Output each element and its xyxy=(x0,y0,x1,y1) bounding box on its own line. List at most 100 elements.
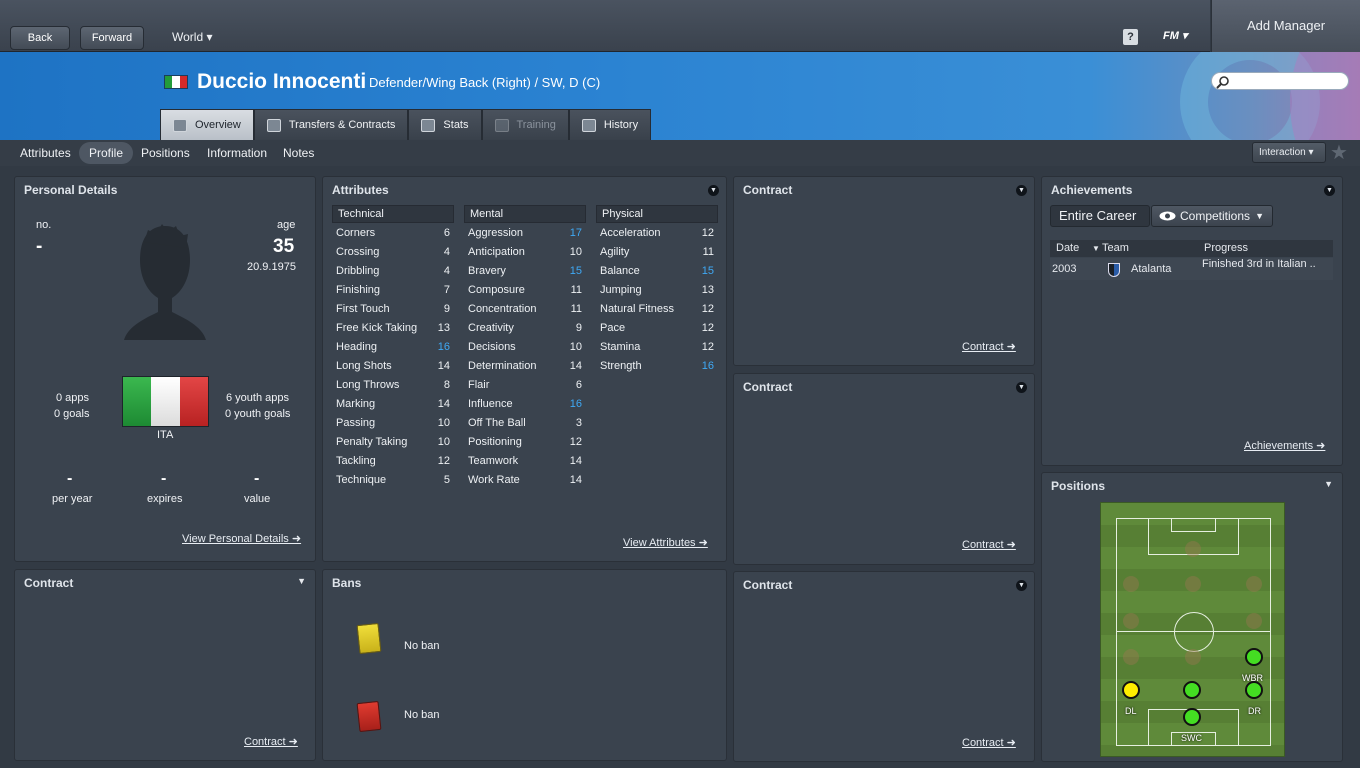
youth-apps-count: 6 youth apps xyxy=(226,392,289,404)
table-row[interactable]: 2003 Atalanta Finished 3rd in Italian .. xyxy=(1050,258,1333,280)
search-input[interactable] xyxy=(1211,72,1349,90)
position-marker xyxy=(1185,649,1201,665)
attribute-value: 14 xyxy=(437,359,450,372)
player-silhouette-icon xyxy=(124,224,206,340)
attribute-name: Long Throws xyxy=(336,378,400,391)
attribute-name: Creativity xyxy=(468,321,514,334)
entire-career-button[interactable]: Entire Career xyxy=(1050,205,1150,227)
contract-link[interactable]: Contract ➜ xyxy=(244,735,298,748)
panel-title: Bans xyxy=(332,576,362,590)
position-marker xyxy=(1123,649,1139,665)
col-date[interactable]: Date xyxy=(1056,240,1079,257)
attribute-row: Strength 16 xyxy=(596,356,718,375)
attribute-row: Marking 14 xyxy=(332,394,454,413)
goal-box-top xyxy=(1171,518,1216,532)
attribute-name: Influence xyxy=(468,397,513,410)
competitions-dropdown[interactable]: Competitions ▼ xyxy=(1151,205,1273,227)
world-dropdown[interactable]: World ▾ xyxy=(172,30,212,44)
subnav-attributes[interactable]: Attributes xyxy=(20,142,71,164)
tab-label: Transfers & Contracts xyxy=(288,119,396,131)
interaction-dropdown[interactable]: Interaction ▾ xyxy=(1252,142,1326,163)
attr-header: Technical xyxy=(332,205,454,223)
attribute-name: Teamwork xyxy=(468,454,519,467)
panel-menu-icon[interactable]: ▼ xyxy=(1324,185,1335,196)
achievement-progress: Finished 3rd in Italian .. xyxy=(1202,258,1316,270)
view-attributes-link[interactable]: View Attributes ➜ xyxy=(623,536,708,549)
position-dr-label: DR xyxy=(1248,706,1261,716)
header-decoration xyxy=(1290,52,1360,140)
attribute-row: Acceleration 12 xyxy=(596,223,718,242)
yellow-card-icon xyxy=(356,622,382,655)
tab-history[interactable]: History xyxy=(568,109,652,140)
help-button[interactable]: ? xyxy=(1123,29,1138,45)
contract-link[interactable]: Contract ➜ xyxy=(962,736,1016,749)
tab-overview[interactable]: Overview xyxy=(160,109,254,140)
contract-link[interactable]: Contract ➜ xyxy=(962,340,1016,353)
panel-menu-icon[interactable]: ▼ xyxy=(1016,382,1027,393)
panel-menu-icon[interactable]: ▼ xyxy=(708,185,719,196)
transfer-value: - xyxy=(254,470,260,487)
subnav-information[interactable]: Information xyxy=(207,142,267,164)
search-icon xyxy=(1216,76,1229,89)
attribute-name: Heading xyxy=(336,340,377,353)
position-dc-marker[interactable] xyxy=(1183,681,1201,699)
attribute-row: Crossing 4 xyxy=(332,242,454,261)
centre-circle xyxy=(1174,612,1214,652)
squad-number-value: - xyxy=(36,236,43,257)
wage-label: per year xyxy=(52,493,93,505)
attribute-name: Crossing xyxy=(336,245,380,258)
contract-panel: Contract ▼ xyxy=(733,373,1035,565)
subnav-notes[interactable]: Notes xyxy=(283,142,314,164)
attribute-value: 16 xyxy=(569,397,582,410)
bans-panel: Bans xyxy=(322,569,727,761)
player-position: Defender/Wing Back (Right) / SW, D (C) xyxy=(369,75,601,90)
subnav-profile[interactable]: Profile xyxy=(79,142,134,164)
fm-menu-button[interactable]: FM ▾ xyxy=(1163,29,1187,42)
subnav-positions[interactable]: Positions xyxy=(141,142,190,164)
panel-menu-icon[interactable]: ▼ xyxy=(1324,479,1333,489)
tab-stats[interactable]: Stats xyxy=(408,109,482,140)
position-marker xyxy=(1123,576,1139,592)
contract-link[interactable]: Contract ➜ xyxy=(962,538,1016,551)
atalanta-crest-icon xyxy=(1108,263,1120,277)
position-dr-marker[interactable] xyxy=(1245,681,1263,699)
attribute-name: Decisions xyxy=(468,340,516,353)
mental-attributes: Mental Aggression 17 Anticipation 10 Bravery… xyxy=(464,205,586,489)
attribute-row: Influence 16 xyxy=(464,394,586,413)
position-swc-label: SWC xyxy=(1181,733,1202,743)
attribute-value: 11 xyxy=(702,245,714,258)
tab-label: Training xyxy=(516,119,556,131)
attribute-name: Natural Fitness xyxy=(600,302,674,315)
attribute-value: 11 xyxy=(570,302,582,315)
tab-transfers-contracts[interactable]: Transfers & Contracts xyxy=(253,109,409,140)
forward-button[interactable]: Forward xyxy=(80,26,144,50)
attribute-name: Concentration xyxy=(468,302,537,315)
add-manager-button[interactable]: Add Manager xyxy=(1211,0,1360,52)
achievements-link[interactable]: Achievements ➜ xyxy=(1244,439,1325,452)
position-wbr-marker[interactable] xyxy=(1245,648,1263,666)
tab-label: Stats xyxy=(443,119,469,131)
position-swc-marker[interactable] xyxy=(1183,708,1201,726)
attribute-name: Bravery xyxy=(468,264,506,277)
col-progress[interactable]: Progress xyxy=(1204,240,1248,257)
panel-title: Personal Details xyxy=(24,183,118,197)
back-button[interactable]: Back xyxy=(10,26,70,50)
panel-menu-icon[interactable]: ▼ xyxy=(1016,185,1027,196)
attribute-name: Free Kick Taking xyxy=(336,321,418,334)
attribute-row: Agility 11 xyxy=(596,242,718,261)
panel-title: Contract xyxy=(743,183,793,197)
view-personal-details-link[interactable]: View Personal Details ➜ xyxy=(182,532,301,545)
position-dl-marker[interactable] xyxy=(1122,681,1140,699)
attr-header: Physical xyxy=(596,205,718,223)
col-team[interactable]: Team xyxy=(1102,240,1129,257)
tab-training[interactable]: Training xyxy=(481,109,569,140)
goals-count: 0 goals xyxy=(54,408,90,420)
profile-tabs: Overview Transfers & Contracts Stats Tra… xyxy=(160,109,652,140)
attribute-value: 17 xyxy=(569,226,582,239)
apps-count: 0 apps xyxy=(56,392,90,404)
star-icon[interactable]: ★ xyxy=(1330,140,1348,165)
panel-menu-icon[interactable]: ▼ xyxy=(1016,580,1027,591)
attribute-row: First Touch 9 xyxy=(332,299,454,318)
panel-menu-icon[interactable]: ▼ xyxy=(297,576,306,586)
contract-panel: Contract ▼ xyxy=(14,569,316,761)
